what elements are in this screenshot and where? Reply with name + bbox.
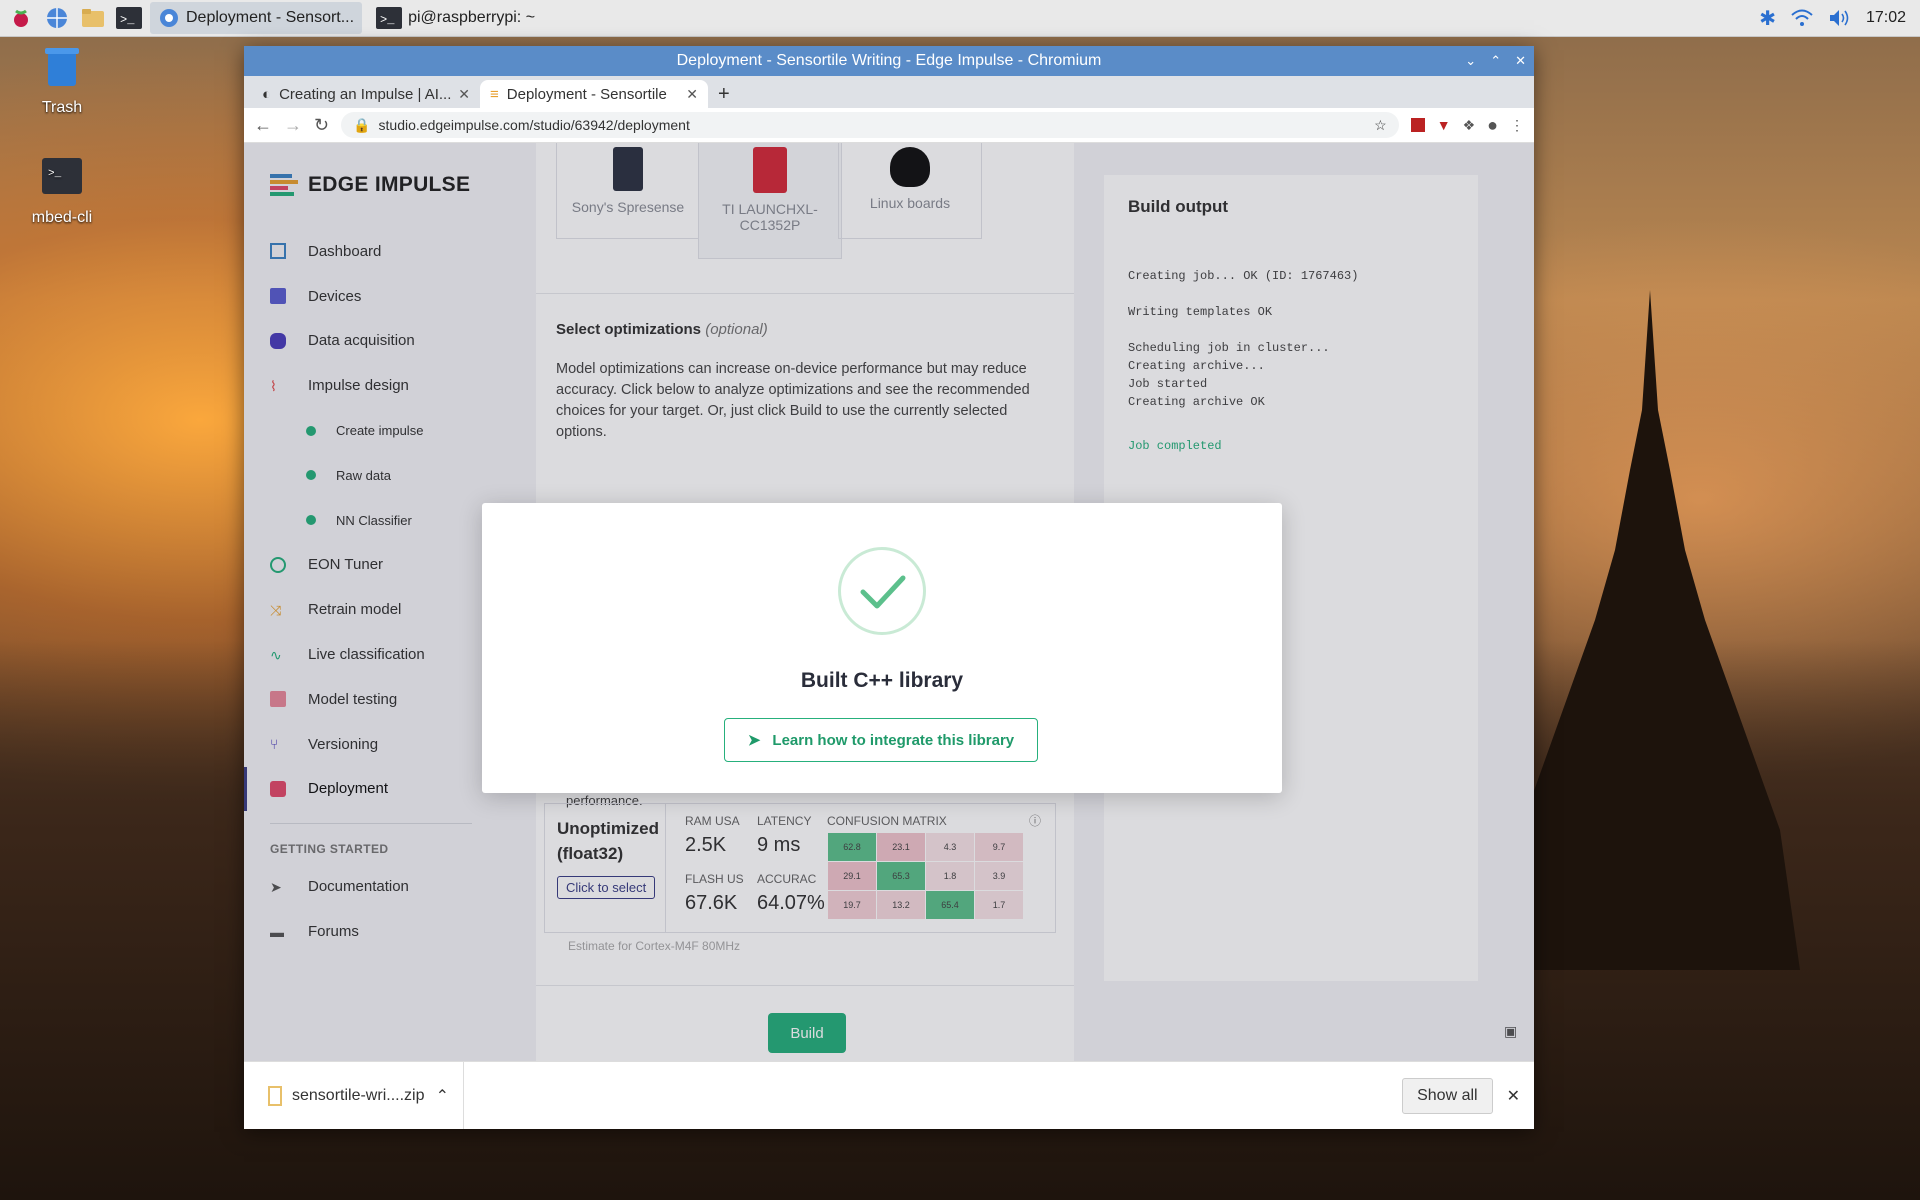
lock-icon: 🔒	[353, 116, 371, 133]
globe-icon: ◐	[262, 85, 272, 103]
tab-close-icon[interactable]: ✕	[458, 86, 470, 103]
profile-icon[interactable]: ●	[1487, 115, 1498, 136]
trash-icon	[45, 48, 79, 86]
wifi-icon[interactable]	[1790, 8, 1814, 28]
close-download-bar-icon[interactable]: ✕	[1507, 1086, 1520, 1106]
desktop-icon-mbed-cli-label: mbed-cli	[31, 209, 93, 226]
desktop-icon-trash-label: Trash	[41, 99, 83, 116]
download-filename: sensortile-wri....zip	[292, 1086, 425, 1104]
learn-integrate-label: Learn how to integrate this library	[772, 731, 1015, 749]
svg-text:>_: >_	[120, 13, 135, 27]
edge-impulse-favicon: ≡	[490, 85, 499, 103]
success-modal: Built C++ library ➤ Learn how to integra…	[482, 503, 1282, 793]
browser-window: Deployment - Sensortile Writing - Edge I…	[244, 46, 1534, 1129]
desktop-icon-mbed-cli[interactable]: >_ mbed-cli	[17, 154, 107, 227]
chromium-icon	[160, 9, 178, 27]
extension-shield-icon[interactable]: ▼	[1437, 117, 1451, 133]
file-manager-icon[interactable]	[78, 3, 108, 33]
back-icon[interactable]: ←	[254, 115, 272, 136]
tab-creating-impulse[interactable]: ◐ Creating an Impulse | AI... ✕	[252, 80, 480, 108]
reload-icon[interactable]: ↻	[314, 115, 329, 136]
clock: 17:02	[1865, 9, 1906, 26]
tab-label: Deployment - Sensortile	[506, 85, 667, 103]
web-browser-icon[interactable]	[42, 3, 72, 33]
desktop-icon-trash[interactable]: Trash	[17, 44, 107, 117]
download-item[interactable]: sensortile-wri....zip ⌃	[244, 1062, 464, 1129]
task-chromium-label: Deployment - Sensort...	[186, 9, 355, 26]
task-terminal[interactable]: >_ pi@raspberrypi: ~	[368, 2, 543, 34]
tab-label: Creating an Impulse | AI...	[279, 85, 452, 103]
tab-deployment[interactable]: ≡ Deployment - Sensortile ✕	[480, 80, 708, 108]
volume-icon[interactable]	[1828, 8, 1852, 28]
rocket-icon: ➤	[747, 732, 761, 749]
download-bar: sensortile-wri....zip ⌃ Show all ✕	[244, 1061, 1534, 1129]
success-check-icon	[838, 547, 926, 635]
pagoda-silhouette	[1500, 290, 1800, 970]
minimize-icon[interactable]: ⌄	[1465, 53, 1476, 69]
modal-title: Built C++ library	[800, 669, 964, 692]
learn-integrate-button[interactable]: ➤ Learn how to integrate this library	[724, 718, 1038, 762]
terminal-file-icon: >_	[42, 158, 82, 194]
show-all-button[interactable]: Show all	[1402, 1077, 1493, 1114]
raspberry-menu-icon[interactable]	[6, 3, 36, 33]
maximize-icon[interactable]: ⌃	[1490, 53, 1501, 69]
terminal-icon: >_	[376, 7, 403, 29]
window-title: Deployment - Sensortile Writing - Edge I…	[676, 52, 1102, 69]
task-terminal-label: pi@raspberrypi: ~	[408, 9, 536, 26]
task-chromium[interactable]: Deployment - Sensort...	[150, 2, 363, 34]
extensions-puzzle-icon[interactable]: ❖	[1463, 117, 1476, 134]
window-titlebar[interactable]: Deployment - Sensortile Writing - Edge I…	[244, 46, 1534, 76]
menu-dots-icon[interactable]: ⋮	[1510, 117, 1524, 134]
tab-strip: ◐ Creating an Impulse | AI... ✕ ≡ Deploy…	[244, 76, 1534, 108]
bluetooth-icon[interactable]: ✱	[1759, 6, 1776, 31]
extension-red-icon[interactable]	[1410, 118, 1425, 132]
url-text: studio.edgeimpulse.com/studio/63942/depl…	[378, 117, 690, 133]
new-tab-button[interactable]: +	[708, 80, 748, 108]
zip-file-icon	[268, 1085, 282, 1106]
plus-icon: +	[718, 82, 730, 105]
url-field[interactable]: 🔒 studio.edgeimpulse.com/studio/63942/de…	[341, 112, 1399, 138]
tab-close-icon[interactable]: ✕	[686, 86, 698, 103]
page-content: EDGE IMPULSE Dashboard Devices Data acqu…	[244, 143, 1534, 1061]
taskbar: >_ Deployment - Sensort... >_ pi@raspber…	[0, 0, 1920, 37]
terminal-launcher-icon[interactable]: >_	[114, 3, 144, 33]
forward-icon[interactable]: →	[284, 115, 302, 136]
chevron-up-icon[interactable]: ⌃	[436, 1086, 449, 1106]
address-bar: ← → ↻ 🔒 studio.edgeimpulse.com/studio/63…	[244, 108, 1534, 143]
bookmark-star-icon[interactable]: ☆	[1374, 117, 1387, 134]
svg-text:>_: >_	[380, 13, 395, 27]
close-window-icon[interactable]: ✕	[1515, 53, 1526, 69]
svg-text:>_: >_	[48, 168, 62, 180]
